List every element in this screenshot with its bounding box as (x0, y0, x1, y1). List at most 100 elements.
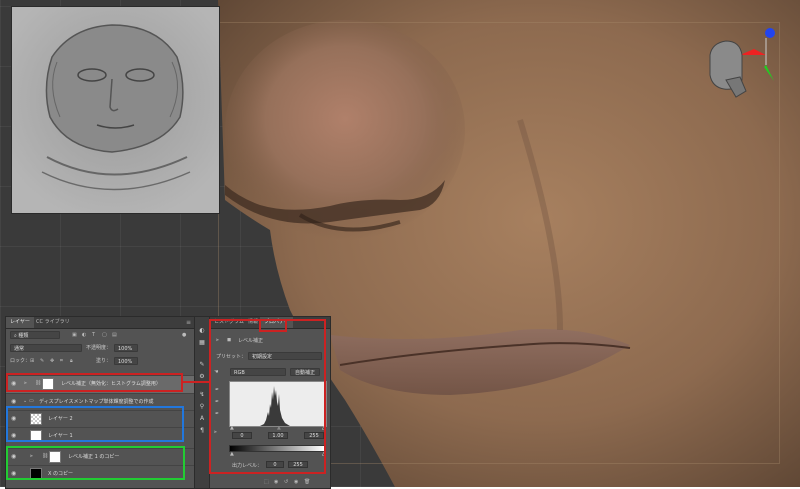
visibility-icon[interactable]: ◉ (294, 479, 298, 485)
input-white-field[interactable]: 255 (304, 432, 324, 439)
clip-to-layer-icon[interactable]: ⬚ (264, 479, 269, 485)
hand-tool-icon[interactable]: ☚ (214, 369, 218, 375)
tab-histogram[interactable]: ヒストグラム (210, 317, 248, 328)
filter-row: ⌕ 種類 ▣ ◐ T ▢ ▤ ● (6, 330, 194, 341)
properties-panel-tabs: ヒストグラム 情報 プロパティ (210, 317, 330, 329)
mask-icon: ◼ (227, 337, 232, 343)
mask-link-icon: ⛓ (35, 380, 42, 386)
properties-title: レベル補正 (238, 338, 264, 344)
layer-name[interactable]: レベル補正（無効化：ヒストグラム調整用） (61, 380, 161, 387)
paths-icon[interactable]: ↯ (198, 391, 206, 398)
layer-mask-thumbnail (42, 378, 54, 390)
reset-icon[interactable]: ↺ (284, 479, 288, 485)
layer-thumbnail (30, 430, 42, 442)
filter-smart-object-icon[interactable]: ▤ (112, 330, 117, 341)
layer-name[interactable]: レイヤー 2 (48, 415, 73, 422)
opacity-label: 不透明度： (86, 345, 112, 351)
panel-icon-strip: ◐ ▦ ✎ ⚙ ↯ ⚲ A ¶ (194, 316, 210, 489)
opacity-field[interactable]: 100% (114, 344, 138, 352)
lock-transparent-icon[interactable]: ⊞ (30, 356, 34, 367)
levels-histogram (229, 381, 327, 427)
lock-row: ロック： ⊞ ✎ ✥ ⌗ 🔒︎ 塗り： 100% (6, 356, 194, 367)
input-gamma-field[interactable]: 1.00 (268, 432, 288, 439)
adjustments-icon[interactable]: ◐ (198, 327, 206, 334)
visibility-eye-icon[interactable]: ◉ (11, 415, 16, 422)
blend-mode-dropdown[interactable]: 通常 (10, 344, 82, 352)
output-white-slider-icon[interactable]: △ (322, 451, 326, 457)
lock-image-icon[interactable]: ✎ (40, 356, 44, 367)
delete-icon[interactable]: 🗑︎ (304, 479, 310, 485)
output-black-field[interactable]: 0 (266, 461, 284, 468)
layer-mask-thumbnail (49, 451, 61, 463)
blend-row: 通常 不透明度： 100% (6, 343, 194, 354)
input-gamma-slider-icon[interactable]: ▲ (277, 425, 281, 431)
visibility-eye-icon[interactable]: ◉ (11, 470, 16, 477)
preset-dropdown[interactable]: 初期設定 (248, 352, 322, 360)
visibility-eye-icon[interactable]: ◉ (11, 453, 16, 460)
layer-name[interactable]: レベル補正 1 のコピー (68, 453, 119, 460)
layers-panel-tabs: レイヤー CC ライブラリ ≡ (6, 317, 194, 329)
input-white-slider-icon[interactable]: △ (322, 425, 326, 431)
lock-all-icon[interactable]: 🔒︎ (70, 356, 73, 367)
white-eyedropper-icon[interactable]: ✒ (215, 411, 219, 417)
character-icon[interactable]: A (198, 415, 206, 422)
layer-group-row[interactable]: ◉ ⌄ ▭ ディスプレイスメントマップ単体輝度調整での作成 (6, 393, 194, 411)
adjustment-levels-icon: ⫸ (24, 380, 27, 386)
gray-eyedropper-icon[interactable]: ✒ (215, 399, 219, 405)
output-white-field[interactable]: 255 (288, 461, 308, 468)
preset-label: プリセット： (216, 354, 247, 360)
output-black-slider-icon[interactable]: ▲ (230, 451, 234, 457)
filter-kind-dropdown[interactable]: ⌕ 種類 (10, 331, 60, 339)
adjustment-levels-icon: ⫸ (30, 453, 33, 459)
visibility-eye-icon[interactable]: ◉ (11, 432, 16, 439)
navigation-gizmo-icon[interactable] (702, 25, 782, 100)
lock-label: ロック： (10, 358, 31, 364)
filter-type-icon[interactable]: T (92, 330, 95, 341)
displacement-map-thumbnail (12, 7, 219, 213)
filter-pixel-icon[interactable]: ▣ (72, 330, 77, 341)
levels-adjustment-icon: ⫸ (216, 337, 219, 343)
channels-icon[interactable]: ⚲ (198, 403, 206, 410)
lock-artboard-icon[interactable]: ⌗ (60, 356, 63, 367)
auto-button[interactable]: 自動補正 (290, 368, 320, 376)
layer-row[interactable]: ◉ ⫸ ⛓ レベル補正 1 のコピー (6, 448, 194, 466)
filter-shape-icon[interactable]: ▢ (102, 330, 107, 341)
paragraph-icon[interactable]: ¶ (198, 427, 206, 434)
input-black-slider-icon[interactable]: ▲ (230, 425, 234, 431)
visibility-eye-icon[interactable]: ◉ (11, 398, 16, 405)
visibility-eye-icon[interactable]: ◉ (11, 380, 16, 387)
black-eyedropper-icon[interactable]: ✒ (215, 387, 219, 393)
output-gradient-bar (229, 445, 325, 452)
lock-position-icon[interactable]: ✥ (50, 356, 54, 367)
layer-name[interactable]: レイヤー 1 (48, 432, 73, 439)
filter-adjustment-icon[interactable]: ◐ (82, 330, 86, 341)
mask-link-icon: ⛓ (42, 453, 49, 459)
folder-icon: ▭ (29, 398, 34, 404)
layers-panel: レイヤー CC ライブラリ ≡ ⌕ 種類 ▣ ◐ T ▢ ▤ ● 通常 不透明度… (5, 316, 195, 489)
properties-icon[interactable]: ▦ (198, 339, 206, 346)
input-black-field[interactable]: 0 (232, 432, 252, 439)
layer-row[interactable]: ◉ ⫸ ⛓ レベル補正（無効化：ヒストグラム調整用） (6, 375, 194, 393)
layer-row[interactable]: ◉ レイヤー 1 (6, 427, 194, 445)
brush-presets-icon[interactable]: ⚙ (198, 373, 206, 380)
channel-dropdown[interactable]: RGB (230, 368, 286, 376)
filter-toggle-icon[interactable]: ● (182, 330, 186, 341)
output-levels-label: 出力レベル： (232, 463, 263, 469)
clipping-icon[interactable]: ⫸ (214, 429, 217, 435)
layer-thumbnail (30, 468, 42, 480)
chevron-down-icon[interactable]: ⌄ (23, 398, 27, 404)
layer-row[interactable]: ◉ レイヤー 2 (6, 410, 194, 428)
brush-icon[interactable]: ✎ (198, 361, 206, 368)
group-name[interactable]: ディスプレイスメントマップ単体輝度調整での作成 (39, 398, 154, 405)
layer-row[interactable]: ◉ X のコピー (6, 465, 194, 483)
layer-name[interactable]: X のコピー (48, 470, 73, 477)
view-previous-icon[interactable]: ◉ (274, 479, 278, 485)
fill-field[interactable]: 100% (114, 357, 138, 365)
layer-thumbnail (30, 413, 42, 425)
panel-menu-icon[interactable]: ≡ (186, 319, 191, 326)
tab-layers[interactable]: レイヤー (6, 317, 34, 328)
filter-kind-value: 種類 (18, 333, 29, 339)
tab-properties[interactable]: プロパティ (260, 317, 293, 328)
tab-cc-libraries[interactable]: CC ライブラリ (32, 317, 74, 328)
fill-label: 塗り： (96, 358, 112, 364)
